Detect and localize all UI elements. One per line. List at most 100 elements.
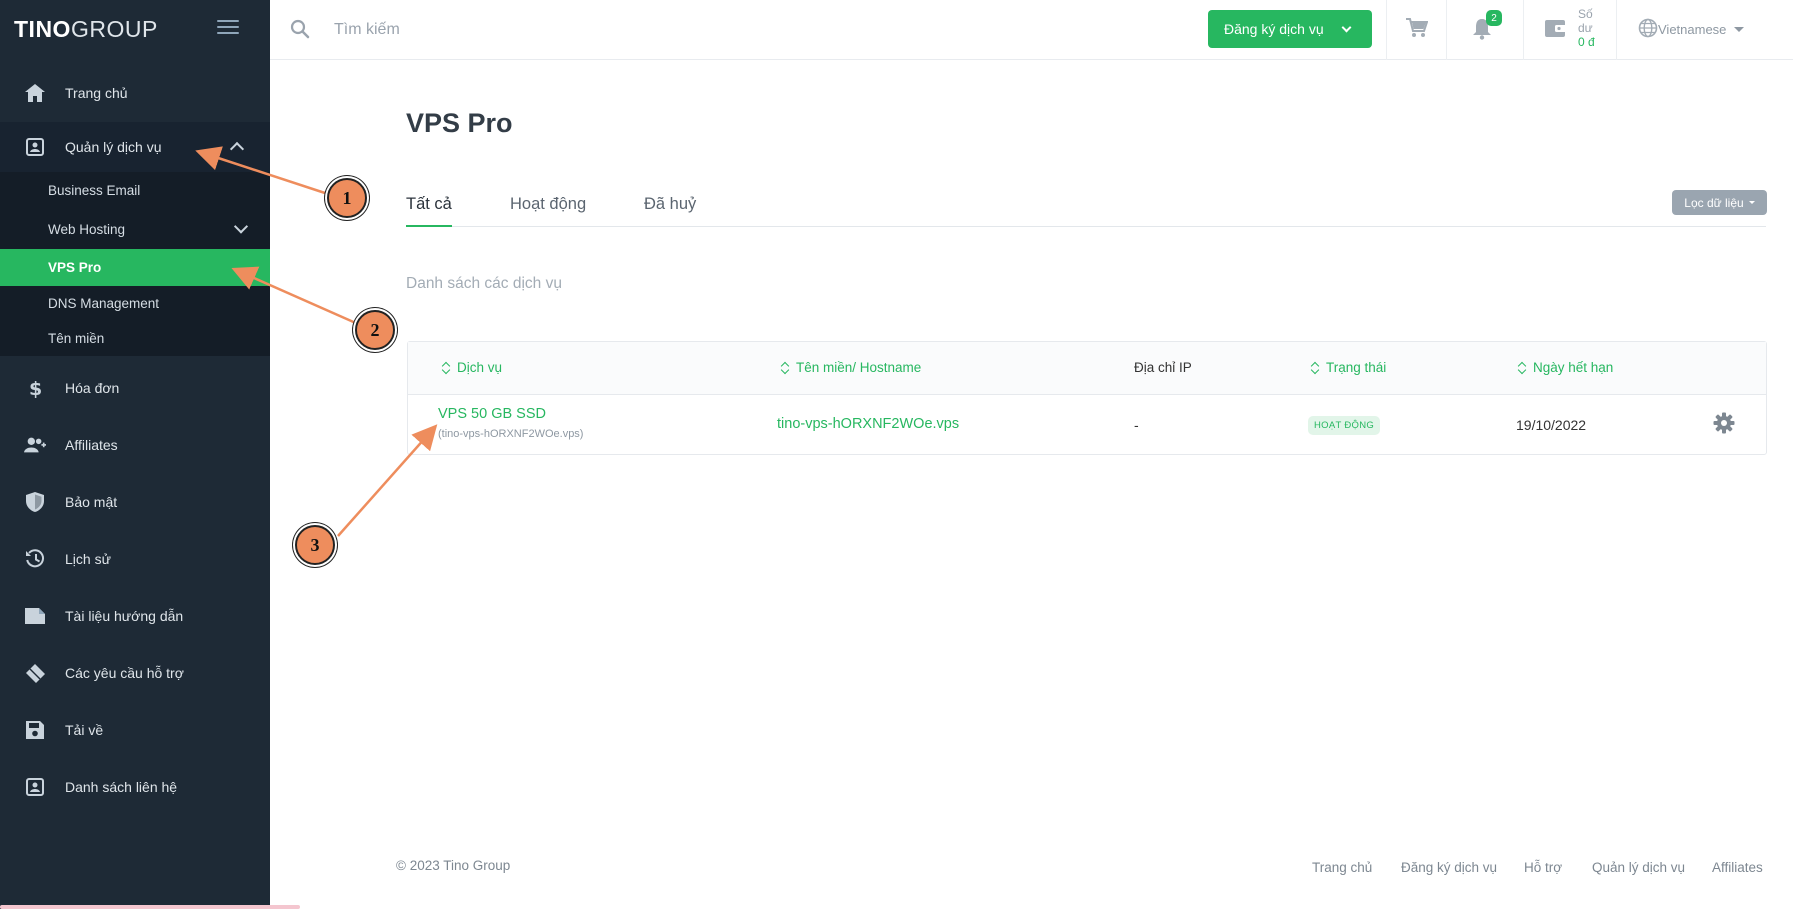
footer-link-home[interactable]: Trang chủ [1312, 860, 1372, 875]
wallet-icon[interactable] [1545, 18, 1567, 43]
balance-label: Số [1578, 7, 1593, 21]
sidebar-item-downloads[interactable]: Tải về [0, 702, 270, 758]
save-icon [24, 719, 46, 741]
copyright-text: © 2023 Tino Group [396, 858, 511, 873]
sidebar-item-support-tickets[interactable]: Các yêu cầu hỗ trợ [0, 645, 270, 701]
balance-display[interactable]: Số dư 0 đ [1578, 7, 1608, 49]
hostname-link[interactable]: tino-vps-hORXNF2WOe.vps [777, 416, 959, 432]
top-bar: Đăng ký dịch vụ 2 Số dư 0 đ Vietnamese [270, 0, 1793, 60]
search-input[interactable] [334, 16, 734, 44]
language-selector[interactable]: Vietnamese [1638, 18, 1745, 41]
sidebar-item-label: Hóa đơn [65, 380, 120, 396]
svg-text:$: $ [29, 378, 42, 398]
sidebar-item-contacts[interactable]: Danh sách liên hệ [0, 759, 270, 815]
filter-data-button[interactable]: Lọc dữ liệu [1672, 190, 1767, 215]
submenu-item-domains[interactable]: Tên miền [0, 321, 270, 356]
sidebar-item-label: Quản lý dịch vụ [65, 139, 162, 155]
sidebar-item-security[interactable]: Bảo mật [0, 474, 270, 530]
column-header-status[interactable]: Trạng thái [1311, 360, 1386, 375]
services-table: Dịch vụ Tên miền/ Hostname Địa chỉ IP Tr… [407, 341, 1767, 455]
menu-toggle-icon[interactable] [217, 20, 239, 36]
search-icon[interactable] [290, 19, 310, 44]
cart-icon[interactable] [1406, 18, 1429, 43]
annotation-marker-2: 2 [355, 310, 395, 350]
sidebar: TINOGROUP Trang chủ Quản lý dịch vụ Busi… [0, 0, 270, 909]
sidebar-item-documentation[interactable]: Tài liệu hướng dẫn [0, 588, 270, 644]
sidebar-item-label: Tài liệu hướng dẫn [65, 608, 184, 624]
submenu-item-dns-management[interactable]: DNS Management [0, 286, 270, 321]
sidebar-item-services[interactable]: Quản lý dịch vụ [0, 122, 270, 172]
tab-all[interactable]: Tất cả [406, 195, 452, 227]
sidebar-item-label: Tải về [65, 722, 104, 738]
sort-icon [781, 362, 790, 374]
submenu-item-label: Business Email [48, 183, 141, 198]
header-divider [1386, 0, 1387, 60]
table-header: Dịch vụ Tên miền/ Hostname Địa chỉ IP Tr… [408, 342, 1766, 395]
language-label: Vietnamese [1658, 22, 1727, 37]
footer-link-affiliates[interactable]: Affiliates [1712, 860, 1763, 875]
register-service-label: Đăng ký dịch vụ [1224, 21, 1324, 37]
tab-active[interactable]: Hoạt động [510, 195, 586, 227]
sidebar-item-label: Trang chủ [65, 85, 128, 101]
ip-address: - [1134, 417, 1139, 433]
column-header-label: Ngày hết hạn [1533, 360, 1614, 375]
contact-icon [24, 776, 46, 798]
sidebar-item-history[interactable]: Lịch sử [0, 531, 270, 587]
register-service-button[interactable]: Đăng ký dịch vụ [1208, 10, 1372, 48]
header-divider [1446, 0, 1447, 60]
submenu-item-label: Web Hosting [48, 221, 126, 237]
submenu-item-web-hosting[interactable]: Web Hosting [0, 209, 270, 249]
tino-group-logo[interactable]: TINOGROUP [14, 16, 158, 43]
expiry-date: 19/10/2022 [1516, 417, 1587, 433]
balance-label: dư [1578, 21, 1593, 35]
submenu-item-label: Tên miền [48, 331, 105, 346]
column-header-label: Dịch vụ [457, 360, 503, 375]
page-title: VPS Pro [406, 108, 513, 138]
service-list-title: Danh sách các dịch vụ [406, 275, 562, 292]
sidebar-item-affiliates[interactable]: Affiliates [0, 417, 270, 473]
tab-cancelled[interactable]: Đã huỷ [644, 195, 696, 227]
globe-icon [1638, 18, 1658, 41]
sidebar-item-home[interactable]: Trang chủ [0, 65, 270, 121]
sort-icon [442, 362, 451, 374]
submenu-item-vps-pro[interactable]: VPS Pro [0, 249, 270, 286]
column-header-ip: Địa chỉ IP [1134, 360, 1192, 375]
submenu-item-label: VPS Pro [48, 260, 102, 275]
sidebar-item-label: Bảo mật [65, 494, 118, 510]
sidebar-item-label: Lịch sử [65, 551, 111, 567]
sidebar-item-label: Affiliates [65, 437, 118, 453]
chevron-down-icon [1341, 22, 1352, 33]
submenu-item-label: DNS Management [48, 296, 160, 311]
balance-amount: 0 đ [1578, 35, 1595, 49]
chevron-down-icon [233, 219, 249, 234]
footer-link-register[interactable]: Đăng ký dịch vụ [1401, 860, 1497, 875]
service-name-link[interactable]: VPS 50 GB SSD [438, 406, 546, 422]
filter-data-label: Lọc dữ liệu [1684, 195, 1744, 210]
column-header-expiry[interactable]: Ngày hết hạn [1518, 360, 1613, 375]
column-header-service[interactable]: Dịch vụ [442, 360, 502, 375]
sort-icon [1518, 362, 1527, 374]
footer-link-support[interactable]: Hỗ trợ [1524, 860, 1562, 875]
loading-bar [0, 905, 300, 909]
column-header-hostname[interactable]: Tên miền/ Hostname [781, 360, 921, 375]
document-icon [24, 605, 46, 627]
home-icon [24, 82, 46, 104]
status-tabs: Tất cả Hoạt động Đã huỷ [406, 195, 1766, 227]
submenu-item-business-email[interactable]: Business Email [0, 172, 270, 209]
shield-icon [24, 491, 46, 513]
dollar-icon: $ [24, 377, 46, 399]
chevron-up-icon [229, 141, 245, 157]
sidebar-item-label: Các yêu cầu hỗ trợ [65, 665, 184, 681]
gear-icon[interactable] [1713, 412, 1735, 437]
services-submenu: Business Email Web Hosting VPS Pro DNS M… [0, 172, 270, 356]
header-divider [1616, 0, 1617, 60]
caret-down-icon [1734, 27, 1745, 32]
users-icon [24, 434, 46, 456]
ticket-icon [24, 662, 46, 684]
history-icon [24, 548, 46, 570]
header-divider [1523, 0, 1524, 60]
notification-badge: 2 [1486, 10, 1502, 26]
footer-link-services[interactable]: Quản lý dịch vụ [1592, 860, 1685, 875]
sidebar-item-invoices[interactable]: $ Hóa đơn [0, 360, 270, 416]
column-header-label: Tên miền/ Hostname [796, 360, 922, 375]
